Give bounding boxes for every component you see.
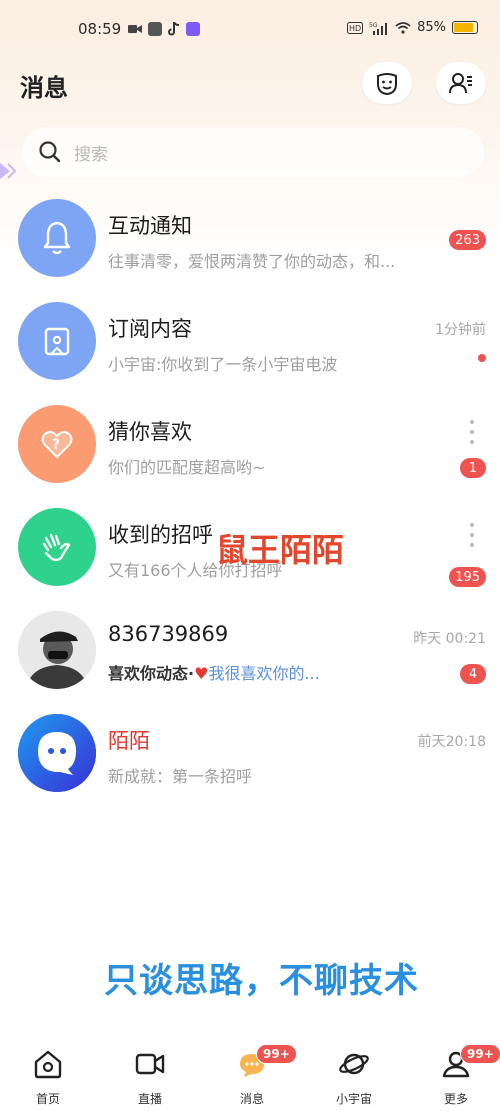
- heart-icon: ♥: [194, 664, 209, 683]
- contacts-icon: [449, 73, 472, 94]
- row-title: 互动通知: [108, 214, 192, 238]
- unread-dot: [478, 354, 486, 362]
- status-time: 08:59: [78, 20, 122, 38]
- page-title: 消息: [20, 74, 68, 102]
- caption-banner: 只谈思路，不聊技术: [104, 961, 419, 1001]
- search-icon: [39, 141, 61, 163]
- subtitle-action: 喜欢你动态·: [108, 664, 195, 683]
- svg-text:HD: HD: [349, 24, 361, 33]
- message-list: 互动通知 往事清零，爱恨两清赞了你的动态，和... 263 订阅内容 小宇宙:你…: [0, 196, 500, 814]
- avatar: [18, 611, 96, 689]
- row-subtitle: 往事清零，爱恨两清赞了你的动态，和...: [108, 252, 396, 271]
- search-input[interactable]: 搜索: [74, 140, 108, 165]
- live-video-icon: [135, 1053, 165, 1075]
- side-arrow-icon[interactable]: [0, 160, 22, 182]
- unread-badge: 195: [449, 567, 486, 587]
- row-subtitle: 喜欢你动态·♥我很喜欢你的...: [108, 660, 320, 684]
- tab-label: 首页: [35, 1092, 60, 1106]
- bell-icon: [43, 221, 71, 255]
- contacts-button[interactable]: [436, 62, 486, 104]
- user-photo: [18, 611, 96, 689]
- tab-more[interactable]: 99+ 更多: [416, 1038, 500, 1111]
- avatar: [18, 199, 96, 277]
- avatar: ?: [18, 405, 96, 483]
- search-bar[interactable]: 搜索: [22, 127, 484, 177]
- svg-text:5G: 5G: [369, 22, 378, 29]
- row-title: 836739869: [108, 622, 229, 646]
- planet-icon: [339, 1053, 369, 1075]
- tab-label: 小宇宙: [335, 1092, 372, 1106]
- tab-label: 直播: [137, 1092, 162, 1106]
- row-title: 陌陌: [108, 729, 150, 753]
- message-row-recommend[interactable]: ? 猜你喜欢 你们的匹配度超高哟~ 1: [0, 402, 500, 505]
- tab-badge: 99+: [256, 1044, 297, 1064]
- header: 消息: [0, 62, 500, 122]
- face-icon: [377, 73, 397, 96]
- watermark-text: 鼠王陌陌: [216, 531, 345, 569]
- row-title: 收到的招呼: [108, 523, 213, 547]
- tiktok-icon: [168, 22, 180, 36]
- wave-hand-icon: [42, 533, 71, 562]
- message-row-interaction[interactable]: 互动通知 往事清零，爱恨两清赞了你的动态，和... 263: [0, 196, 500, 299]
- subscription-icon: [44, 327, 70, 356]
- unread-badge: 1: [460, 458, 486, 478]
- row-time: 1分钟前: [435, 322, 486, 338]
- wifi-icon: [395, 21, 411, 34]
- row-subtitle: 你们的匹配度超高哟~: [108, 458, 266, 477]
- unread-badge: 4: [460, 664, 486, 684]
- row-title: 订阅内容: [108, 317, 192, 341]
- row-title: 猜你喜欢: [108, 420, 192, 444]
- home-icon: [34, 1050, 62, 1079]
- more-options-icon[interactable]: [470, 523, 474, 547]
- status-bar: 08:59 HD 5G 85%: [0, 0, 500, 62]
- svg-text:?: ?: [52, 437, 60, 453]
- tab-universe[interactable]: 小宇宙: [314, 1038, 394, 1111]
- heart-question-icon: ?: [41, 430, 73, 459]
- message-row-subscription[interactable]: 订阅内容 小宇宙:你收到了一条小宇宙电波 1分钟前: [0, 299, 500, 402]
- row-time: 昨天 00:21: [413, 631, 486, 647]
- avatar: [18, 508, 96, 586]
- tab-bar: 首页 直播 99+ 消息 小宇宙 99+ 更多: [0, 1038, 500, 1111]
- avatar: [18, 302, 96, 380]
- app-icon: [186, 22, 200, 36]
- hd-icon: HD: [347, 21, 364, 34]
- face-button[interactable]: [362, 62, 412, 104]
- more-options-icon[interactable]: [470, 420, 474, 444]
- avatar: [18, 714, 96, 792]
- douyin-icon: [148, 22, 162, 36]
- tab-label: 消息: [239, 1092, 264, 1106]
- unread-badge: 263: [449, 230, 486, 250]
- tab-badge: 99+: [460, 1044, 500, 1064]
- 5g-signal-icon: 5G: [369, 22, 388, 35]
- subtitle-link[interactable]: 我很喜欢你的...: [208, 664, 319, 683]
- video-icon: [128, 25, 142, 33]
- row-subtitle: 新成就：第一条招呼: [108, 767, 253, 786]
- tab-home[interactable]: 首页: [8, 1038, 88, 1111]
- tab-messages[interactable]: 99+ 消息: [212, 1038, 297, 1111]
- battery-icon: [452, 21, 478, 34]
- tab-live[interactable]: 直播: [110, 1038, 190, 1111]
- battery-percent: 85%: [417, 20, 446, 35]
- row-time: 前天20:18: [417, 734, 486, 750]
- message-row-momo[interactable]: 陌陌 新成就：第一条招呼 前天20:18: [0, 711, 500, 814]
- row-subtitle: 小宇宙:你收到了一条小宇宙电波: [108, 355, 338, 374]
- tab-label: 更多: [443, 1092, 468, 1106]
- message-row-user[interactable]: 836739869 喜欢你动态·♥我很喜欢你的... 昨天 00:21 4: [0, 608, 500, 711]
- momo-logo-icon: [18, 714, 96, 792]
